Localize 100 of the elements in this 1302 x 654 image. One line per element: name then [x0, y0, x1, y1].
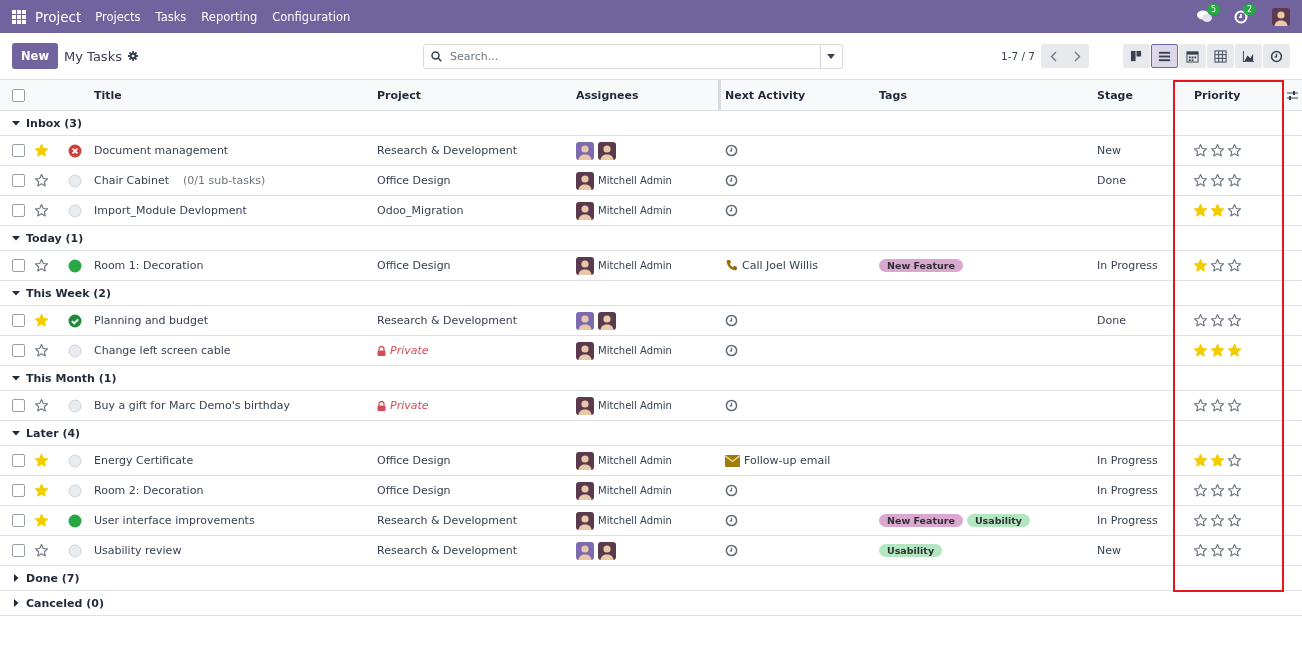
column-settings-icon[interactable]: [1287, 89, 1298, 101]
task-title[interactable]: Chair Cabinet: [94, 174, 169, 187]
row-checkbox[interactable]: [12, 484, 25, 497]
row-checkbox[interactable]: [12, 344, 25, 357]
user-avatar-icon[interactable]: [1272, 7, 1290, 26]
priority-star-icon[interactable]: [1227, 483, 1242, 498]
column-header[interactable]: Project: [377, 88, 422, 102]
group-header[interactable]: Later (4): [26, 426, 81, 440]
favorite-star-icon[interactable]: [34, 173, 49, 188]
clock-icon[interactable]: [725, 204, 738, 217]
activity-summary[interactable]: Follow-up email: [744, 454, 831, 467]
task-title[interactable]: User interface improvements: [94, 514, 255, 527]
select-all-checkbox[interactable]: [12, 88, 25, 102]
group-header[interactable]: Done (7): [26, 571, 80, 585]
menu-item[interactable]: Configuration: [272, 9, 351, 24]
favorite-star-icon[interactable]: [34, 543, 49, 558]
task-title[interactable]: Energy Certificate: [94, 454, 194, 467]
task-title[interactable]: Usability review: [94, 544, 182, 557]
previous-page-icon[interactable]: [1049, 50, 1057, 62]
clock-icon[interactable]: [725, 174, 738, 187]
row-checkbox[interactable]: [12, 399, 25, 412]
group-header[interactable]: Today (1): [26, 231, 84, 245]
ready-status-icon[interactable]: [68, 513, 82, 528]
group-header[interactable]: Inbox (3): [26, 116, 82, 130]
priority-star-icon[interactable]: [1193, 313, 1208, 328]
task-title[interactable]: Room 1: Decoration: [94, 259, 204, 272]
avatar-icon[interactable]: [576, 481, 594, 500]
priority-star-icon[interactable]: [1193, 143, 1208, 158]
next-page-icon[interactable]: [1073, 50, 1081, 62]
avatar-icon[interactable]: [576, 171, 594, 190]
priority-star-icon[interactable]: [1227, 513, 1242, 528]
graph-view-button[interactable]: [1235, 44, 1262, 68]
row-checkbox[interactable]: [12, 514, 25, 527]
caret-icon[interactable]: [12, 429, 20, 437]
settings-icon[interactable]: [127, 51, 138, 61]
clock-icon[interactable]: [725, 514, 738, 527]
caret-icon[interactable]: [12, 374, 20, 382]
priority-star-icon[interactable]: [1193, 543, 1208, 558]
activity-summary[interactable]: Call Joel Willis: [742, 259, 818, 272]
priority-star-icon[interactable]: [1193, 173, 1208, 188]
clock-icon[interactable]: [725, 144, 738, 157]
priority-star-icon[interactable]: [1210, 543, 1225, 558]
priority-star-icon[interactable]: [1210, 143, 1225, 158]
search-options-button[interactable]: [820, 43, 843, 69]
favorite-star-icon[interactable]: [34, 343, 49, 358]
caret-icon[interactable]: [12, 119, 20, 127]
caret-icon[interactable]: [12, 234, 20, 242]
row-checkbox[interactable]: [12, 544, 25, 557]
clock-icon[interactable]: [725, 344, 738, 357]
favorite-star-icon[interactable]: [34, 258, 49, 273]
priority-star-icon[interactable]: [1210, 173, 1225, 188]
task-title[interactable]: Document management: [94, 144, 229, 157]
menu-item[interactable]: Reporting: [201, 9, 258, 24]
caret-icon[interactable]: [12, 599, 20, 607]
priority-star-icon[interactable]: [1210, 483, 1225, 498]
avatar-icon[interactable]: [576, 141, 594, 160]
activity-view-button[interactable]: [1263, 44, 1290, 68]
priority-star-icon[interactable]: [1227, 398, 1242, 413]
avatar-icon[interactable]: [576, 201, 594, 220]
priority-star-icon[interactable]: [1227, 143, 1242, 158]
priority-star-icon[interactable]: [1210, 398, 1225, 413]
clock-icon[interactable]: [725, 484, 738, 497]
pager-value[interactable]: 1-7 / 7: [1000, 50, 1035, 62]
row-checkbox[interactable]: [12, 314, 25, 327]
phone-icon[interactable]: [725, 259, 738, 272]
avatar-icon[interactable]: [576, 256, 594, 275]
priority-star-icon[interactable]: [1193, 398, 1208, 413]
task-title[interactable]: Planning and budget: [94, 314, 209, 327]
favorite-star-icon[interactable]: [34, 203, 49, 218]
menu-item[interactable]: Tasks: [155, 9, 187, 24]
column-header[interactable]: Title: [94, 88, 122, 102]
caret-icon[interactable]: [12, 289, 20, 297]
avatar-icon[interactable]: [598, 311, 616, 330]
task-title[interactable]: Import_Module Devlopment: [94, 204, 247, 217]
avatar-icon[interactable]: [598, 141, 616, 160]
group-header[interactable]: This Week (2): [26, 286, 111, 300]
priority-star-icon[interactable]: [1227, 313, 1242, 328]
row-checkbox[interactable]: [12, 174, 25, 187]
row-checkbox[interactable]: [12, 204, 25, 217]
apps-menu-icon[interactable]: [12, 9, 26, 24]
avatar-icon[interactable]: [576, 541, 594, 560]
priority-star-icon[interactable]: [1210, 513, 1225, 528]
calendar-view-button[interactable]: [1179, 44, 1206, 68]
priority-star-icon[interactable]: [1210, 313, 1225, 328]
menu-item[interactable]: Projects: [95, 9, 141, 24]
avatar-icon[interactable]: [576, 451, 594, 470]
column-header[interactable]: Priority: [1194, 88, 1241, 102]
priority-star-icon[interactable]: [1210, 258, 1225, 273]
done-status-icon[interactable]: [68, 313, 82, 328]
task-title[interactable]: Buy a gift for Marc Demo's birthday: [94, 399, 290, 412]
task-title[interactable]: Change left screen cable: [94, 344, 231, 357]
column-header[interactable]: Assignees: [576, 88, 639, 102]
chat-bubbles-icon[interactable]: [1197, 10, 1212, 23]
ready-status-icon[interactable]: [68, 258, 82, 273]
avatar-icon[interactable]: [598, 541, 616, 560]
avatar-icon[interactable]: [576, 396, 594, 415]
group-header[interactable]: This Month (1): [26, 371, 117, 385]
row-checkbox[interactable]: [12, 454, 25, 467]
avatar-icon[interactable]: [576, 311, 594, 330]
search-field[interactable]: Search...: [422, 43, 821, 69]
